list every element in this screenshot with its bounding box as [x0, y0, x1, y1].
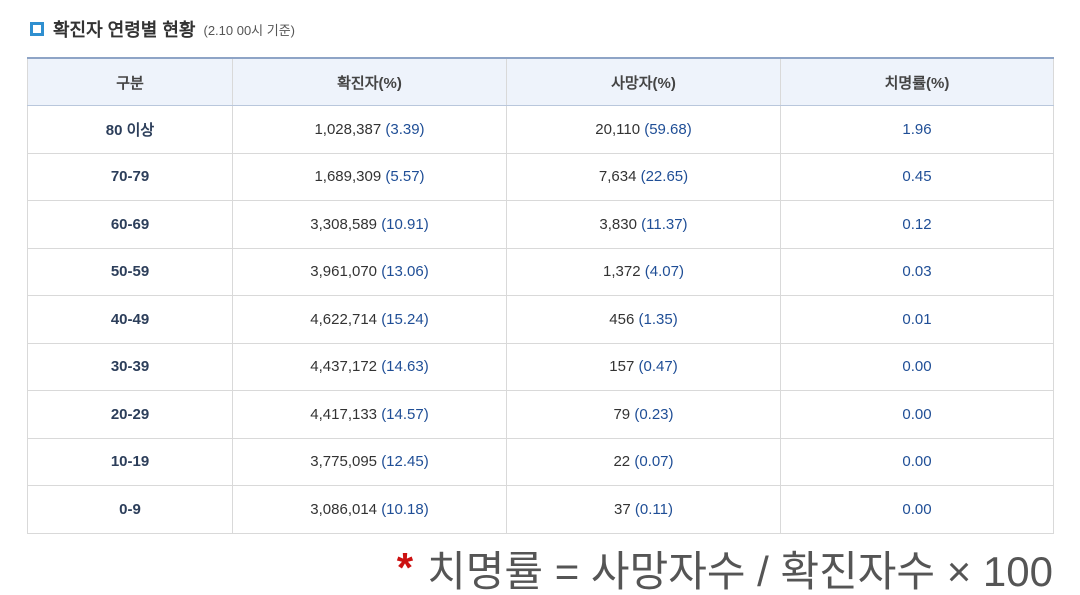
deaths-count: 37 — [614, 500, 631, 518]
deaths-cell: 1,372 (4.07) — [506, 247, 781, 296]
age-group-cell: 50-59 — [27, 247, 233, 296]
cases-percent: (15.24) — [381, 310, 429, 328]
table-header-row: 구분 확진자(%) 사망자(%) 치명률(%) — [27, 57, 1054, 106]
cases-percent: (14.63) — [381, 358, 429, 376]
deaths-count: 79 — [613, 405, 631, 423]
cases-cell: 4,622,714 (15.24) — [232, 295, 507, 344]
age-stats-table: 구분 확진자(%) 사망자(%) 치명률(%) 80 이상 1,028,387 (… — [27, 57, 1054, 534]
footnote-text: 치명률 = 사망자수 / 확진자수 × 100 — [427, 547, 1053, 595]
deaths-cell: 157 (0.47) — [506, 342, 781, 391]
page: 확진자 연령별 현황 (2.10 00시 기준) 구분 확진자(%) 사망자(%… — [0, 0, 1080, 595]
age-group-cell: 10-19 — [27, 437, 233, 486]
section-title: 확진자 연령별 현황 (2.10 00시 기준) — [30, 14, 295, 44]
deaths-cell: 22 (0.07) — [506, 437, 781, 486]
table-row: 10-19 3,775,095 (12.45) 22 (0.07) 0.00 — [27, 437, 1054, 486]
cases-percent: (5.57) — [385, 168, 425, 186]
column-header-category: 구분 — [27, 57, 233, 106]
age-group-cell: 30-39 — [27, 342, 233, 391]
cases-percent: (14.57) — [381, 405, 429, 423]
page-title: 확진자 연령별 현황 — [53, 20, 196, 40]
cases-count: 4,622,714 — [310, 310, 378, 328]
cases-percent: (12.45) — [381, 453, 429, 471]
age-group-cell: 20-29 — [27, 390, 233, 439]
column-header-deaths: 사망자(%) — [506, 57, 781, 106]
table-row: 0-9 3,086,014 (10.18) 37 (0.11) 0.00 — [27, 485, 1054, 534]
table-body: 80 이상 1,028,387 (3.39) 20,110 (59.68) 1.96 7… — [27, 105, 1054, 534]
table-row: 40-49 4,622,714 (15.24) 456 (1.35) 0.01 — [27, 295, 1054, 344]
cases-percent: (10.18) — [381, 500, 429, 518]
column-header-cases: 확진자(%) — [232, 57, 507, 106]
table-row: 50-59 3,961,070 (13.06) 1,372 (4.07) 0.03 — [27, 247, 1054, 296]
fatality-rate-cell: 0.00 — [780, 390, 1054, 439]
deaths-percent: (0.47) — [638, 358, 678, 376]
date-note: (2.10 00시 기준) — [203, 22, 296, 38]
deaths-percent: (11.37) — [641, 215, 688, 233]
fatality-rate-cell: 0.12 — [780, 200, 1054, 249]
age-group-cell: 0-9 — [27, 485, 233, 534]
deaths-cell: 3,830 (11.37) — [506, 200, 781, 249]
age-group-cell: 60-69 — [27, 200, 233, 249]
cases-cell: 4,437,172 (14.63) — [232, 342, 507, 391]
fatality-rate-cell: 0.00 — [780, 485, 1054, 534]
cases-percent: (10.91) — [381, 215, 429, 233]
deaths-percent: (59.68) — [644, 120, 692, 138]
deaths-count: 157 — [609, 358, 635, 376]
table-row: 30-39 4,437,172 (14.63) 157 (0.47) 0.00 — [27, 342, 1054, 391]
cases-cell: 3,775,095 (12.45) — [232, 437, 507, 486]
cases-percent: (13.06) — [381, 263, 429, 281]
deaths-percent: (0.07) — [634, 453, 674, 471]
table-row: 80 이상 1,028,387 (3.39) 20,110 (59.68) 1.96 — [27, 105, 1054, 154]
cases-cell: 1,028,387 (3.39) — [232, 105, 507, 154]
deaths-percent: (0.11) — [634, 500, 673, 518]
deaths-cell: 456 (1.35) — [506, 295, 781, 344]
fatality-formula-footnote: * 치명률 = 사망자수 / 확진자수 × 100 — [397, 541, 1053, 595]
table-row: 60-69 3,308,589 (10.91) 3,830 (11.37) 0.12 — [27, 200, 1054, 249]
cases-cell: 3,961,070 (13.06) — [232, 247, 507, 296]
age-group-cell: 80 이상 — [27, 105, 233, 154]
deaths-percent: (4.07) — [644, 263, 684, 281]
column-header-fatality: 치명률(%) — [780, 57, 1054, 106]
deaths-count: 456 — [609, 310, 635, 328]
fatality-rate-cell: 0.03 — [780, 247, 1054, 296]
deaths-cell: 20,110 (59.68) — [506, 105, 781, 154]
deaths-count: 20,110 — [595, 120, 641, 138]
cases-percent: (3.39) — [385, 120, 425, 138]
deaths-percent: (1.35) — [638, 310, 678, 328]
deaths-count: 3,830 — [599, 215, 637, 233]
fatality-rate-cell: 0.00 — [780, 437, 1054, 486]
cases-count: 3,308,589 — [310, 215, 378, 233]
deaths-percent: (0.23) — [634, 405, 674, 423]
cases-cell: 3,086,014 (10.18) — [232, 485, 507, 534]
square-bullet-icon — [30, 22, 44, 36]
deaths-count: 22 — [613, 453, 631, 471]
cases-count: 4,437,172 — [310, 358, 378, 376]
fatality-rate-cell: 0.01 — [780, 295, 1054, 344]
age-group-cell: 40-49 — [27, 295, 233, 344]
age-stats-table-container: 구분 확진자(%) 사망자(%) 치명률(%) 80 이상 1,028,387 (… — [27, 57, 1054, 534]
fatality-rate-cell: 1.96 — [780, 105, 1054, 154]
cases-count: 3,086,014 — [310, 500, 378, 518]
cases-cell: 1,689,309 (5.57) — [232, 152, 507, 201]
fatality-rate-cell: 0.45 — [780, 152, 1054, 201]
cases-count: 1,689,309 — [314, 168, 382, 186]
table-header: 구분 확진자(%) 사망자(%) 치명률(%) — [27, 57, 1054, 106]
deaths-cell: 37 (0.11) — [506, 485, 781, 534]
cases-cell: 4,417,133 (14.57) — [232, 390, 507, 439]
asterisk-marker: * — [396, 544, 414, 591]
cases-cell: 3,308,589 (10.91) — [232, 200, 507, 249]
cases-count: 1,028,387 — [314, 120, 382, 138]
cases-count: 4,417,133 — [310, 405, 378, 423]
table-row: 20-29 4,417,133 (14.57) 79 (0.23) 0.00 — [27, 390, 1054, 439]
deaths-count: 7,634 — [598, 168, 637, 186]
deaths-count: 1,372 — [603, 263, 641, 281]
table-row: 70-79 1,689,309 (5.57) 7,634 (22.65) 0.45 — [27, 152, 1054, 201]
age-group-cell: 70-79 — [27, 152, 233, 201]
cases-count: 3,961,070 — [310, 263, 378, 281]
deaths-cell: 7,634 (22.65) — [506, 152, 781, 201]
fatality-rate-cell: 0.00 — [780, 342, 1054, 391]
cases-count: 3,775,095 — [310, 453, 378, 471]
deaths-cell: 79 (0.23) — [506, 390, 781, 439]
deaths-percent: (22.65) — [640, 168, 689, 186]
